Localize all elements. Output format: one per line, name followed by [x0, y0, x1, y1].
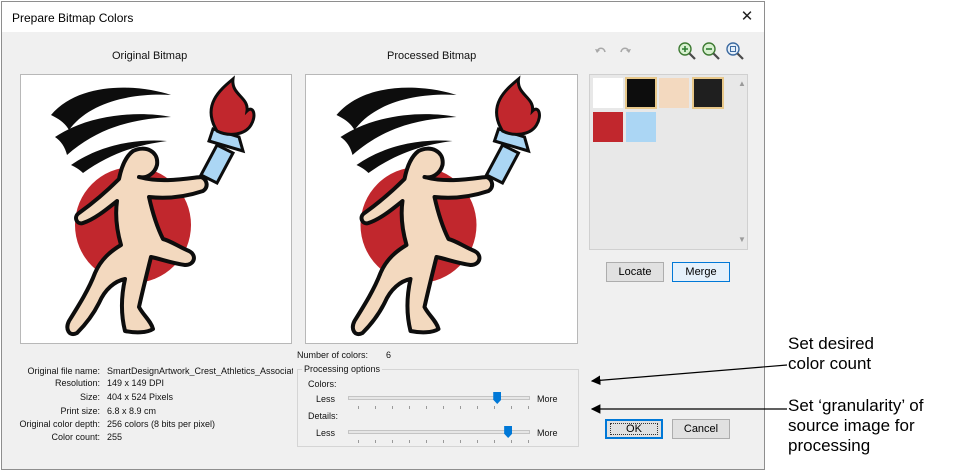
annotation-color-count: Set desired color count: [788, 334, 874, 374]
annotation-line: Set ‘granularity’ of: [788, 396, 924, 415]
annotation-line: processing: [788, 436, 871, 455]
annotation-granularity: Set ‘granularity’ of source image for pr…: [788, 396, 923, 456]
annotation-line: color count: [788, 354, 872, 373]
annotation-line: source image for: [788, 416, 915, 435]
annotation-line: Set desired: [788, 334, 874, 353]
